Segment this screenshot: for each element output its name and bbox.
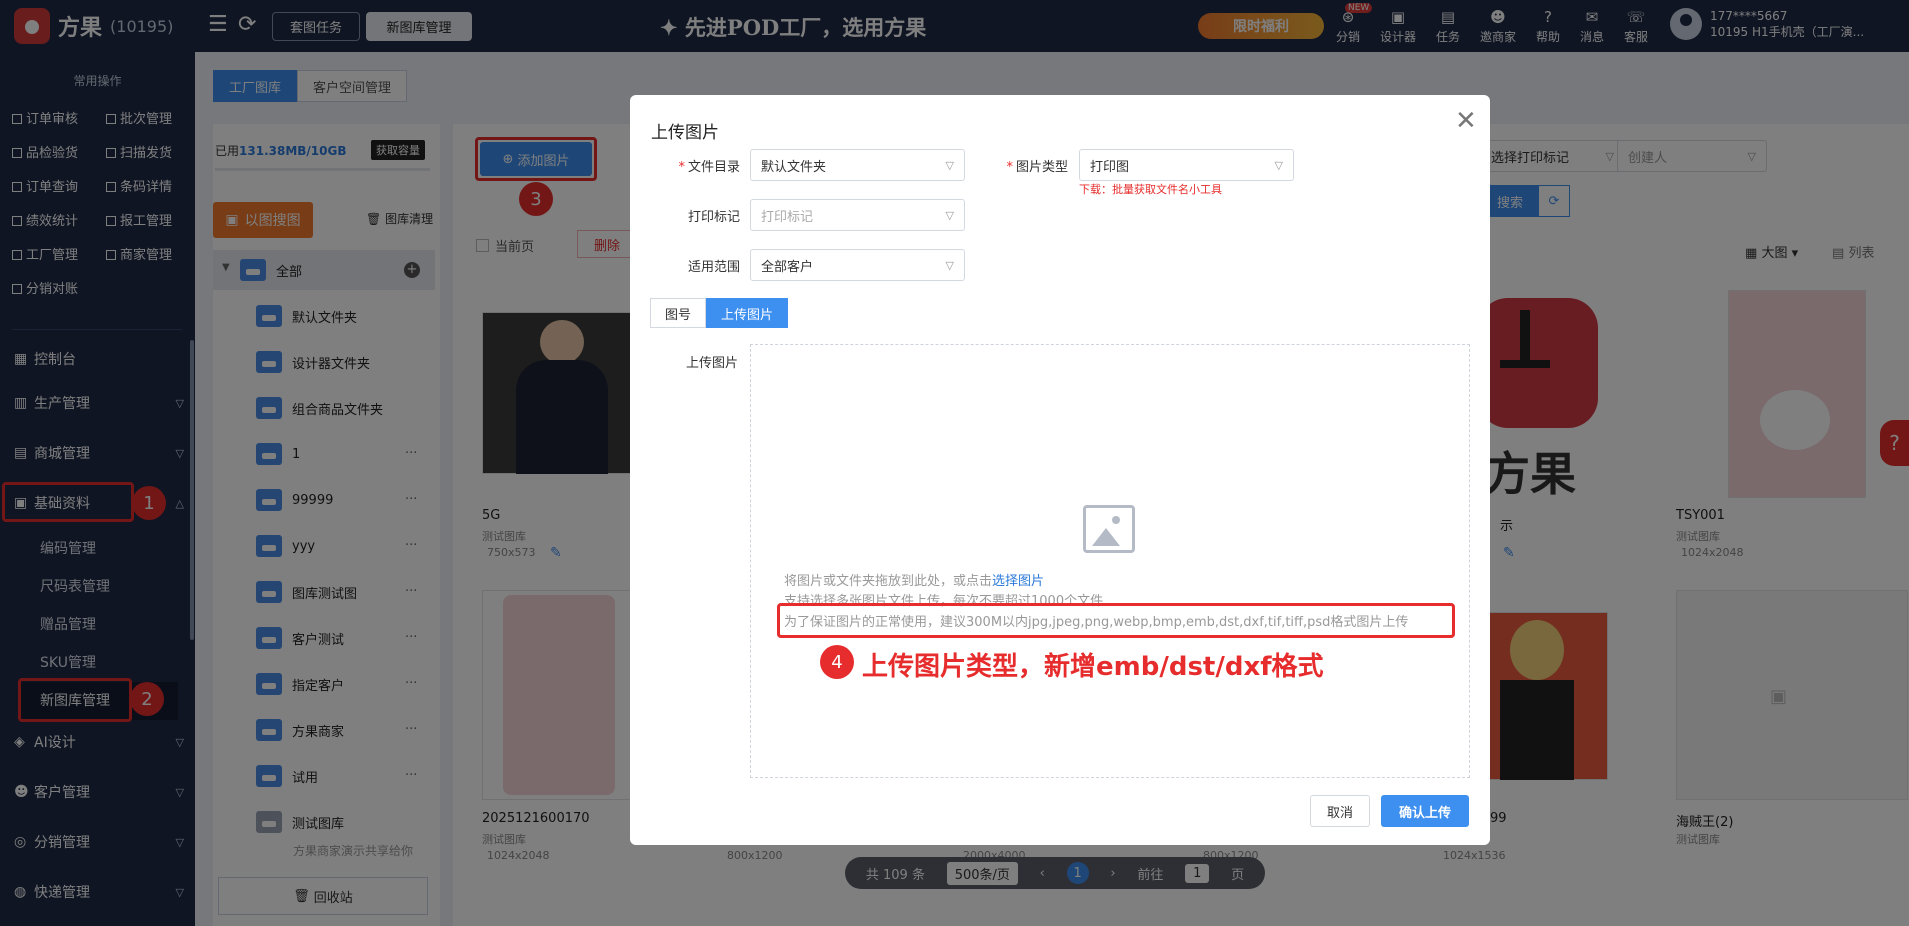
- modal-title: 上传图片: [651, 123, 719, 143]
- scope-label: 适用范围: [687, 260, 740, 275]
- tab-figure-number[interactable]: 图号: [650, 298, 707, 328]
- folder-label: * 文件目录: [678, 160, 740, 175]
- image-placeholder-icon: [1083, 505, 1135, 553]
- confirm-upload-button[interactable]: 确认上传: [1381, 795, 1469, 827]
- upload-dropzone[interactable]: [750, 344, 1470, 778]
- upload-label: 上传图片: [685, 356, 738, 371]
- download-tool-link[interactable]: 下载：批量获取文件名小工具: [1079, 181, 1222, 197]
- type-label: * 图片类型: [1006, 160, 1068, 175]
- tab-upload-image[interactable]: 上传图片: [706, 298, 789, 328]
- type-select[interactable]: 打印图 ▽: [1079, 149, 1294, 181]
- folder-select[interactable]: 默认文件夹 ▽: [750, 149, 965, 181]
- upload-mode-tabs: 图号 上传图片: [650, 298, 789, 328]
- chevron-down-icon: ▽: [945, 258, 954, 272]
- format-hint: 为了保证图片的正常使用，建议300M以内jpg,jpeg,png,webp,bm…: [784, 615, 1409, 630]
- mark-select[interactable]: 打印标记 ▽: [750, 199, 965, 231]
- mark-label: 打印标记: [687, 210, 740, 225]
- scope-select[interactable]: 全部客户 ▽: [750, 249, 965, 281]
- annotation-text: 上传图片类型，新增emb/dst/dxf格式: [862, 652, 1324, 682]
- drop-hint: 将图片或文件夹拖放到此处，或点击选择图片: [784, 574, 1045, 589]
- close-icon[interactable]: ✕: [1455, 106, 1477, 136]
- chevron-down-icon: ▽: [945, 158, 954, 172]
- chevron-down-icon: ▽: [945, 208, 954, 222]
- chevron-down-icon: ▽: [1274, 158, 1283, 172]
- annotation-badge-4: 4: [820, 645, 854, 679]
- cancel-button[interactable]: 取消: [1310, 795, 1370, 827]
- select-image-link[interactable]: 选择图片: [992, 574, 1044, 589]
